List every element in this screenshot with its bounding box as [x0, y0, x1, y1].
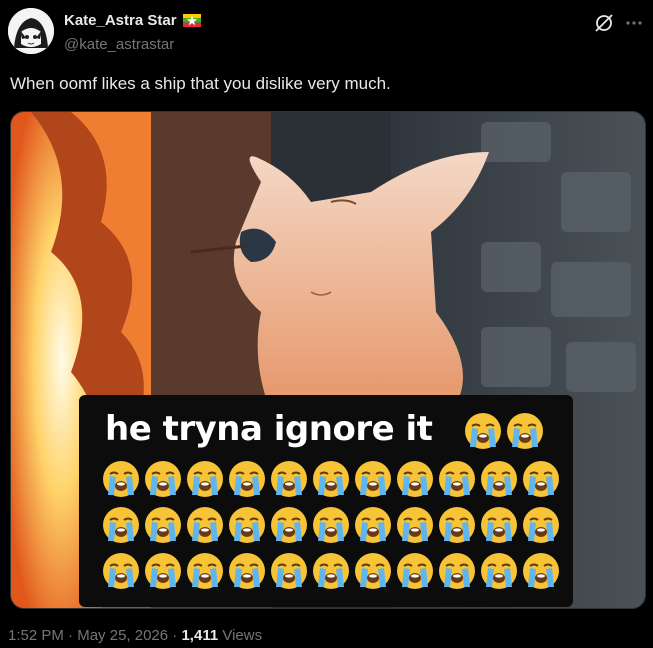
- loudly-crying-face-icon: [101, 459, 141, 499]
- loudly-crying-face-icon: [227, 505, 267, 545]
- emoji-row: [101, 551, 561, 591]
- avatar[interactable]: [8, 8, 54, 54]
- loudly-crying-face-icon: [521, 505, 561, 545]
- separator: ·: [168, 627, 182, 644]
- user-handle[interactable]: @kate_astrastar: [64, 36, 174, 53]
- emoji-row: [101, 459, 561, 499]
- meme-caption: he tryna ignore it: [105, 409, 433, 449]
- caption-emoji-group: [463, 411, 545, 451]
- loudly-crying-face-icon: [185, 551, 225, 591]
- views-count: 1,411: [181, 627, 219, 644]
- loudly-crying-face-icon: [521, 551, 561, 591]
- emoji-row: [101, 505, 561, 545]
- meme-caption-box: he tryna ignore it: [79, 395, 573, 607]
- loudly-crying-face-icon: [479, 505, 519, 545]
- loudly-crying-face-icon: [269, 459, 309, 499]
- loudly-crying-face-icon: [101, 551, 141, 591]
- loudly-crying-face-icon: [479, 551, 519, 591]
- loudly-crying-face-icon: [395, 505, 435, 545]
- loudly-crying-face-icon: [311, 505, 351, 545]
- loudly-crying-face-icon: [521, 459, 561, 499]
- loudly-crying-face-icon: [311, 459, 351, 499]
- loudly-crying-face-icon: [227, 459, 267, 499]
- myanmar-flag-icon: [182, 14, 201, 27]
- loudly-crying-face-icon: [353, 551, 393, 591]
- loudly-crying-face-icon: [101, 505, 141, 545]
- loudly-crying-face-icon: [437, 551, 477, 591]
- loudly-crying-face-icon: [463, 411, 503, 451]
- loudly-crying-face-icon: [353, 505, 393, 545]
- loudly-crying-face-icon: [143, 459, 183, 499]
- separator: ·: [63, 627, 78, 644]
- loudly-crying-face-icon: [437, 459, 477, 499]
- tweet-date[interactable]: May 25, 2026: [77, 627, 168, 644]
- loudly-crying-face-icon: [353, 459, 393, 499]
- tweet-footer: 1:52 PM · May 25, 2026 · 1,411 Views: [8, 627, 262, 644]
- loudly-crying-face-icon: [269, 551, 309, 591]
- loudly-crying-face-icon: [395, 459, 435, 499]
- tweet-media-image[interactable]: he tryna ignore it: [10, 111, 646, 609]
- loudly-crying-face-icon: [185, 505, 225, 545]
- loudly-crying-face-icon: [143, 551, 183, 591]
- loudly-crying-face-icon: [227, 551, 267, 591]
- tweet-text: When oomf likes a ship that you dislike …: [10, 74, 391, 93]
- tweet-time[interactable]: 1:52 PM: [8, 627, 64, 644]
- loudly-crying-face-icon: [505, 411, 545, 451]
- loudly-crying-face-icon: [269, 505, 309, 545]
- loudly-crying-face-icon: [311, 551, 351, 591]
- more-options-icon[interactable]: [623, 12, 645, 34]
- loudly-crying-face-icon: [143, 505, 183, 545]
- loudly-crying-face-icon: [395, 551, 435, 591]
- tweet-header: Kate_Astra Star @kate_astrastar: [8, 8, 645, 58]
- display-name[interactable]: Kate_Astra Star: [64, 12, 177, 29]
- grok-icon[interactable]: [593, 12, 615, 34]
- loudly-crying-face-icon: [185, 459, 225, 499]
- loudly-crying-face-icon: [437, 505, 477, 545]
- views-label: Views: [218, 627, 263, 644]
- loudly-crying-face-icon: [479, 459, 519, 499]
